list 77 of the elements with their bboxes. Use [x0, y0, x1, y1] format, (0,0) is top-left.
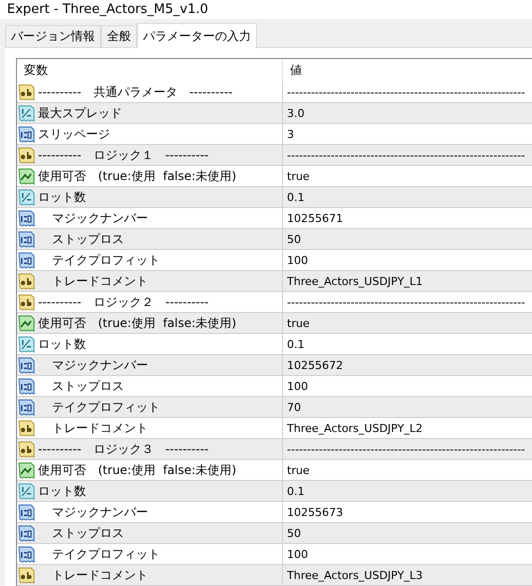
parameter-name: ストップロス — [51, 378, 124, 394]
text-type-icon — [18, 272, 35, 290]
parameter-name: スリッページ — [38, 126, 110, 142]
parameter-value[interactable]: 100 — [283, 544, 532, 564]
parameter-value[interactable]: 3.0 — [283, 103, 532, 123]
text-type-icon — [18, 566, 35, 584]
chart-type-icon — [18, 462, 35, 478]
tab[interactable]: バージョン情報 — [5, 25, 101, 47]
parameter-value[interactable]: 3 — [283, 124, 532, 144]
parameter-value[interactable]: 0.1 — [283, 334, 532, 354]
chart-type-icon — [18, 314, 35, 332]
parameter-value[interactable]: true — [283, 460, 532, 480]
parameter-value[interactable]: 0.1 — [283, 187, 532, 207]
fraction-type-icon — [18, 336, 35, 352]
text-type-icon — [18, 84, 35, 100]
parameter-value[interactable]: 10255671 — [283, 208, 532, 228]
parameter-value[interactable]: true — [283, 313, 532, 333]
text-type-icon — [18, 146, 35, 164]
parameter-value[interactable]: 70 — [283, 397, 532, 417]
parameter-name: 使用可否 (true:使用 false:未使用) — [38, 462, 236, 478]
parameter-value[interactable]: 100 — [283, 376, 532, 396]
text-type-icon — [18, 420, 35, 436]
parameter-value[interactable]: 0.1 — [283, 481, 532, 501]
parameter-value[interactable]: 50 — [283, 523, 532, 543]
parameter-name: トレードコメント — [51, 566, 148, 584]
fraction-type-icon — [18, 188, 35, 206]
parameter-name: 最大スプレッド — [38, 104, 122, 122]
number-type-icon — [18, 524, 35, 542]
parameter-value[interactable]: 10255673 — [283, 502, 532, 522]
parameter-name: ロット数 — [38, 336, 86, 352]
parameter-value[interactable]: 50 — [283, 229, 532, 249]
window-title: Expert - Three_Actors_M5_v1.0 — [0, 0, 532, 19]
number-type-icon — [18, 546, 35, 562]
parameter-name: ---------- ロジック２ ---------- — [38, 294, 209, 310]
parameter-name: ロット数 — [38, 188, 86, 206]
parameter-name: テイクプロフィット — [51, 398, 160, 416]
number-type-icon — [18, 126, 35, 142]
parameter-value[interactable]: ------------------------------------------------------------ — [283, 145, 532, 165]
fraction-type-icon — [18, 482, 35, 500]
parameter-value[interactable]: ------------------------------------------------------------ — [283, 439, 532, 459]
number-type-icon — [18, 378, 35, 394]
parameter-name: マジックナンバー — [51, 210, 148, 226]
parameter-name: ストップロス — [51, 524, 124, 542]
parameter-name: ストップロス — [51, 230, 124, 248]
parameter-name: マジックナンバー — [51, 356, 148, 374]
parameter-name: トレードコメント — [51, 272, 148, 290]
parameter-name: ロット数 — [38, 482, 86, 500]
column-header[interactable]: 値 — [283, 59, 532, 82]
parameter-value[interactable]: ------------------------------------------------------------ — [283, 82, 532, 102]
parameter-name: テイクプロフィット — [51, 546, 160, 562]
parameter-value[interactable]: 100 — [283, 250, 532, 270]
parameter-name: 使用可否 (true:使用 false:未使用) — [38, 168, 236, 184]
parameter-name: 使用可否 (true:使用 false:未使用) — [38, 314, 236, 332]
tab[interactable]: パラメーターの入力 — [137, 23, 257, 48]
parameter-value[interactable]: true — [283, 166, 532, 186]
parameter-value[interactable]: Three_Actors_USDJPY_L1 — [283, 271, 532, 291]
parameter-value[interactable]: Three_Actors_USDJPY_L2 — [283, 418, 532, 438]
parameter-name: ---------- 共通パラメータ ---------- — [38, 84, 233, 100]
parameter-name: トレードコメント — [51, 420, 148, 436]
text-type-icon — [18, 294, 35, 310]
fraction-type-icon — [18, 104, 35, 122]
parameter-name: テイクプロフィット — [51, 252, 160, 268]
tab[interactable]: 全般 — [101, 25, 137, 47]
number-type-icon — [18, 398, 35, 416]
number-type-icon — [18, 230, 35, 248]
text-type-icon — [18, 440, 35, 458]
chart-type-icon — [18, 168, 35, 184]
parameter-value[interactable]: ------------------------------------------------------------ — [283, 292, 532, 312]
parameter-value[interactable]: Three_Actors_USDJPY_L3 — [283, 565, 532, 585]
number-type-icon — [18, 210, 35, 226]
number-type-icon — [18, 252, 35, 268]
parameter-name: ---------- ロジック１ ---------- — [38, 146, 209, 164]
parameter-name: ---------- ロジック３ ---------- — [38, 440, 209, 458]
number-type-icon — [18, 504, 35, 520]
number-type-icon — [18, 356, 35, 374]
parameter-name: マジックナンバー — [51, 504, 148, 520]
parameter-value[interactable]: 10255672 — [283, 355, 532, 375]
